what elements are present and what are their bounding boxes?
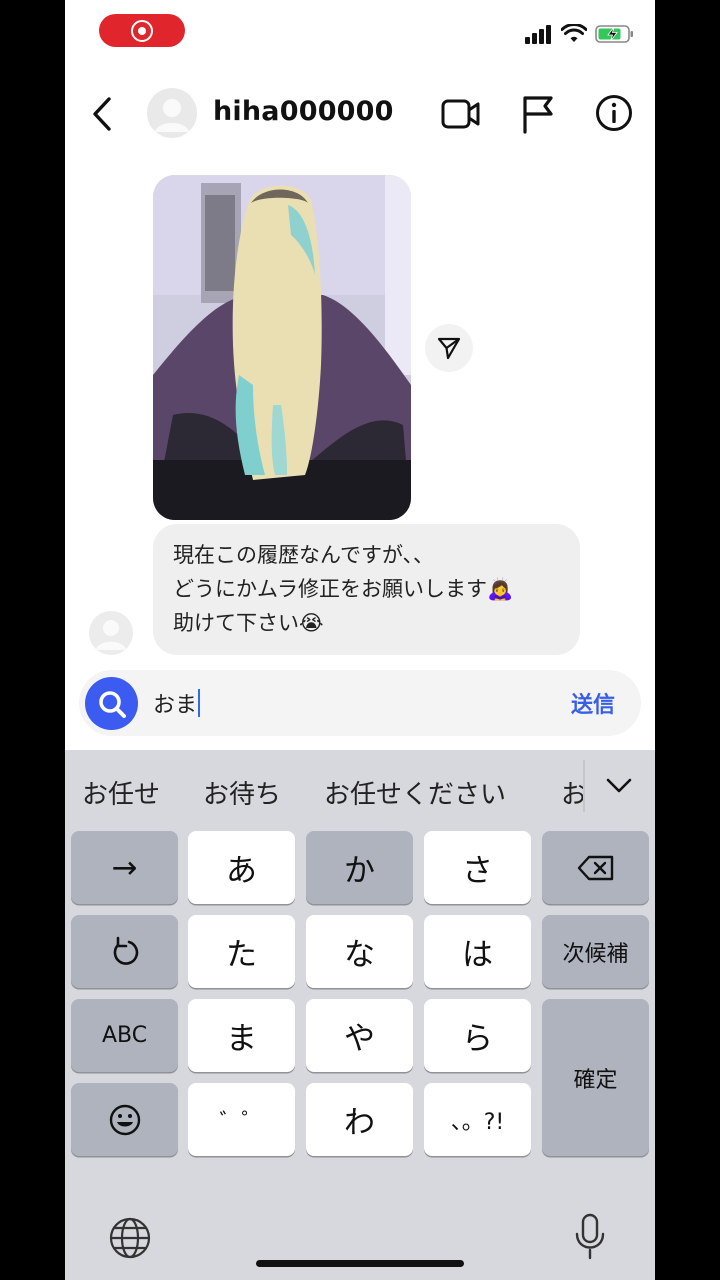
text-caret bbox=[198, 689, 201, 717]
candidate-3[interactable]: お任せください bbox=[324, 774, 506, 811]
key-abc[interactable]: ABC bbox=[71, 999, 178, 1072]
phone-screen: hiha000000 現在この履歴なんですが、、 どうにかムラ修正をお願いします… bbox=[65, 0, 655, 1280]
key-punctuation[interactable]: 、。?! bbox=[424, 1083, 531, 1156]
info-icon[interactable] bbox=[595, 94, 633, 132]
undo-icon bbox=[113, 936, 138, 965]
send-button[interactable]: 送信 bbox=[571, 687, 615, 719]
share-button[interactable] bbox=[425, 324, 473, 372]
avatar[interactable] bbox=[147, 88, 197, 138]
key-undo[interactable] bbox=[71, 915, 178, 988]
emoji-icon bbox=[109, 1104, 140, 1135]
search-button[interactable] bbox=[85, 677, 138, 730]
key-ma[interactable]: ま bbox=[188, 999, 295, 1072]
candidate-2[interactable]: お待ち bbox=[203, 774, 281, 811]
key-confirm[interactable]: 確定 bbox=[542, 999, 649, 1156]
wifi-icon bbox=[561, 24, 587, 42]
key-delete[interactable] bbox=[542, 831, 649, 904]
message-line-2: どうにかムラ修正をお願いします🙇‍♀️ bbox=[173, 577, 514, 601]
username[interactable]: hiha000000 bbox=[213, 96, 394, 127]
message-input-value: おま bbox=[153, 693, 198, 718]
microphone-icon[interactable] bbox=[573, 1212, 607, 1262]
message-input[interactable]: おま bbox=[153, 687, 201, 719]
key-ta[interactable]: た bbox=[188, 915, 295, 988]
globe-icon[interactable] bbox=[108, 1216, 152, 1260]
key-cursor-right[interactable]: → bbox=[71, 831, 178, 904]
key-dakuten[interactable]: ゛゜ bbox=[188, 1083, 295, 1156]
candidate-4[interactable]: お bbox=[561, 774, 583, 811]
japanese-keyboard: お任せ お待ち お任せください お → あ か さ た な は 次候補 ABC … bbox=[65, 750, 655, 1280]
message-bubble[interactable]: 現在この履歴なんですが、、 どうにかムラ修正をお願いします🙇‍♀️ 助けて下さい… bbox=[153, 524, 580, 655]
back-chevron-icon[interactable] bbox=[87, 96, 117, 132]
message-line-3: 助けて下さい😭 bbox=[173, 611, 324, 635]
key-sa[interactable]: さ bbox=[424, 831, 531, 904]
key-a[interactable]: あ bbox=[188, 831, 295, 904]
key-emoji[interactable] bbox=[71, 1083, 178, 1156]
key-wa[interactable]: わ bbox=[306, 1083, 413, 1156]
shared-photo[interactable] bbox=[153, 175, 411, 520]
screen-record-indicator[interactable] bbox=[99, 14, 185, 47]
chat-header: hiha000000 bbox=[65, 82, 655, 146]
key-ha[interactable]: は bbox=[424, 915, 531, 988]
delete-backspace-icon bbox=[577, 855, 613, 880]
message-composer[interactable]: おま 送信 bbox=[79, 670, 641, 736]
video-call-icon[interactable] bbox=[441, 96, 481, 132]
message-line-1: 現在この履歴なんですが、、 bbox=[173, 543, 435, 567]
screen-record-icon bbox=[131, 19, 153, 42]
status-icons bbox=[525, 24, 635, 44]
key-ya[interactable]: や bbox=[306, 999, 413, 1072]
hair-photo bbox=[153, 175, 411, 520]
key-next-candidate[interactable]: 次候補 bbox=[542, 915, 649, 988]
search-icon bbox=[98, 690, 126, 718]
chevron-down-icon[interactable] bbox=[605, 776, 633, 796]
sender-avatar[interactable] bbox=[89, 611, 133, 655]
key-ka[interactable]: か bbox=[306, 831, 413, 904]
key-ra[interactable]: ら bbox=[424, 999, 531, 1072]
key-na[interactable]: な bbox=[306, 915, 413, 988]
send-icon bbox=[437, 337, 461, 360]
default-avatar-icon bbox=[96, 620, 126, 650]
candidate-1[interactable]: お任せ bbox=[82, 774, 160, 811]
candidate-bar: お任せ お待ち お任せください お bbox=[65, 750, 655, 828]
flag-icon[interactable] bbox=[521, 94, 555, 134]
candidate-divider bbox=[583, 760, 585, 812]
default-avatar-icon bbox=[155, 99, 189, 132]
battery-charging-icon bbox=[595, 25, 633, 43]
cellular-signal-icon bbox=[525, 25, 551, 44]
home-indicator[interactable] bbox=[256, 1260, 464, 1267]
